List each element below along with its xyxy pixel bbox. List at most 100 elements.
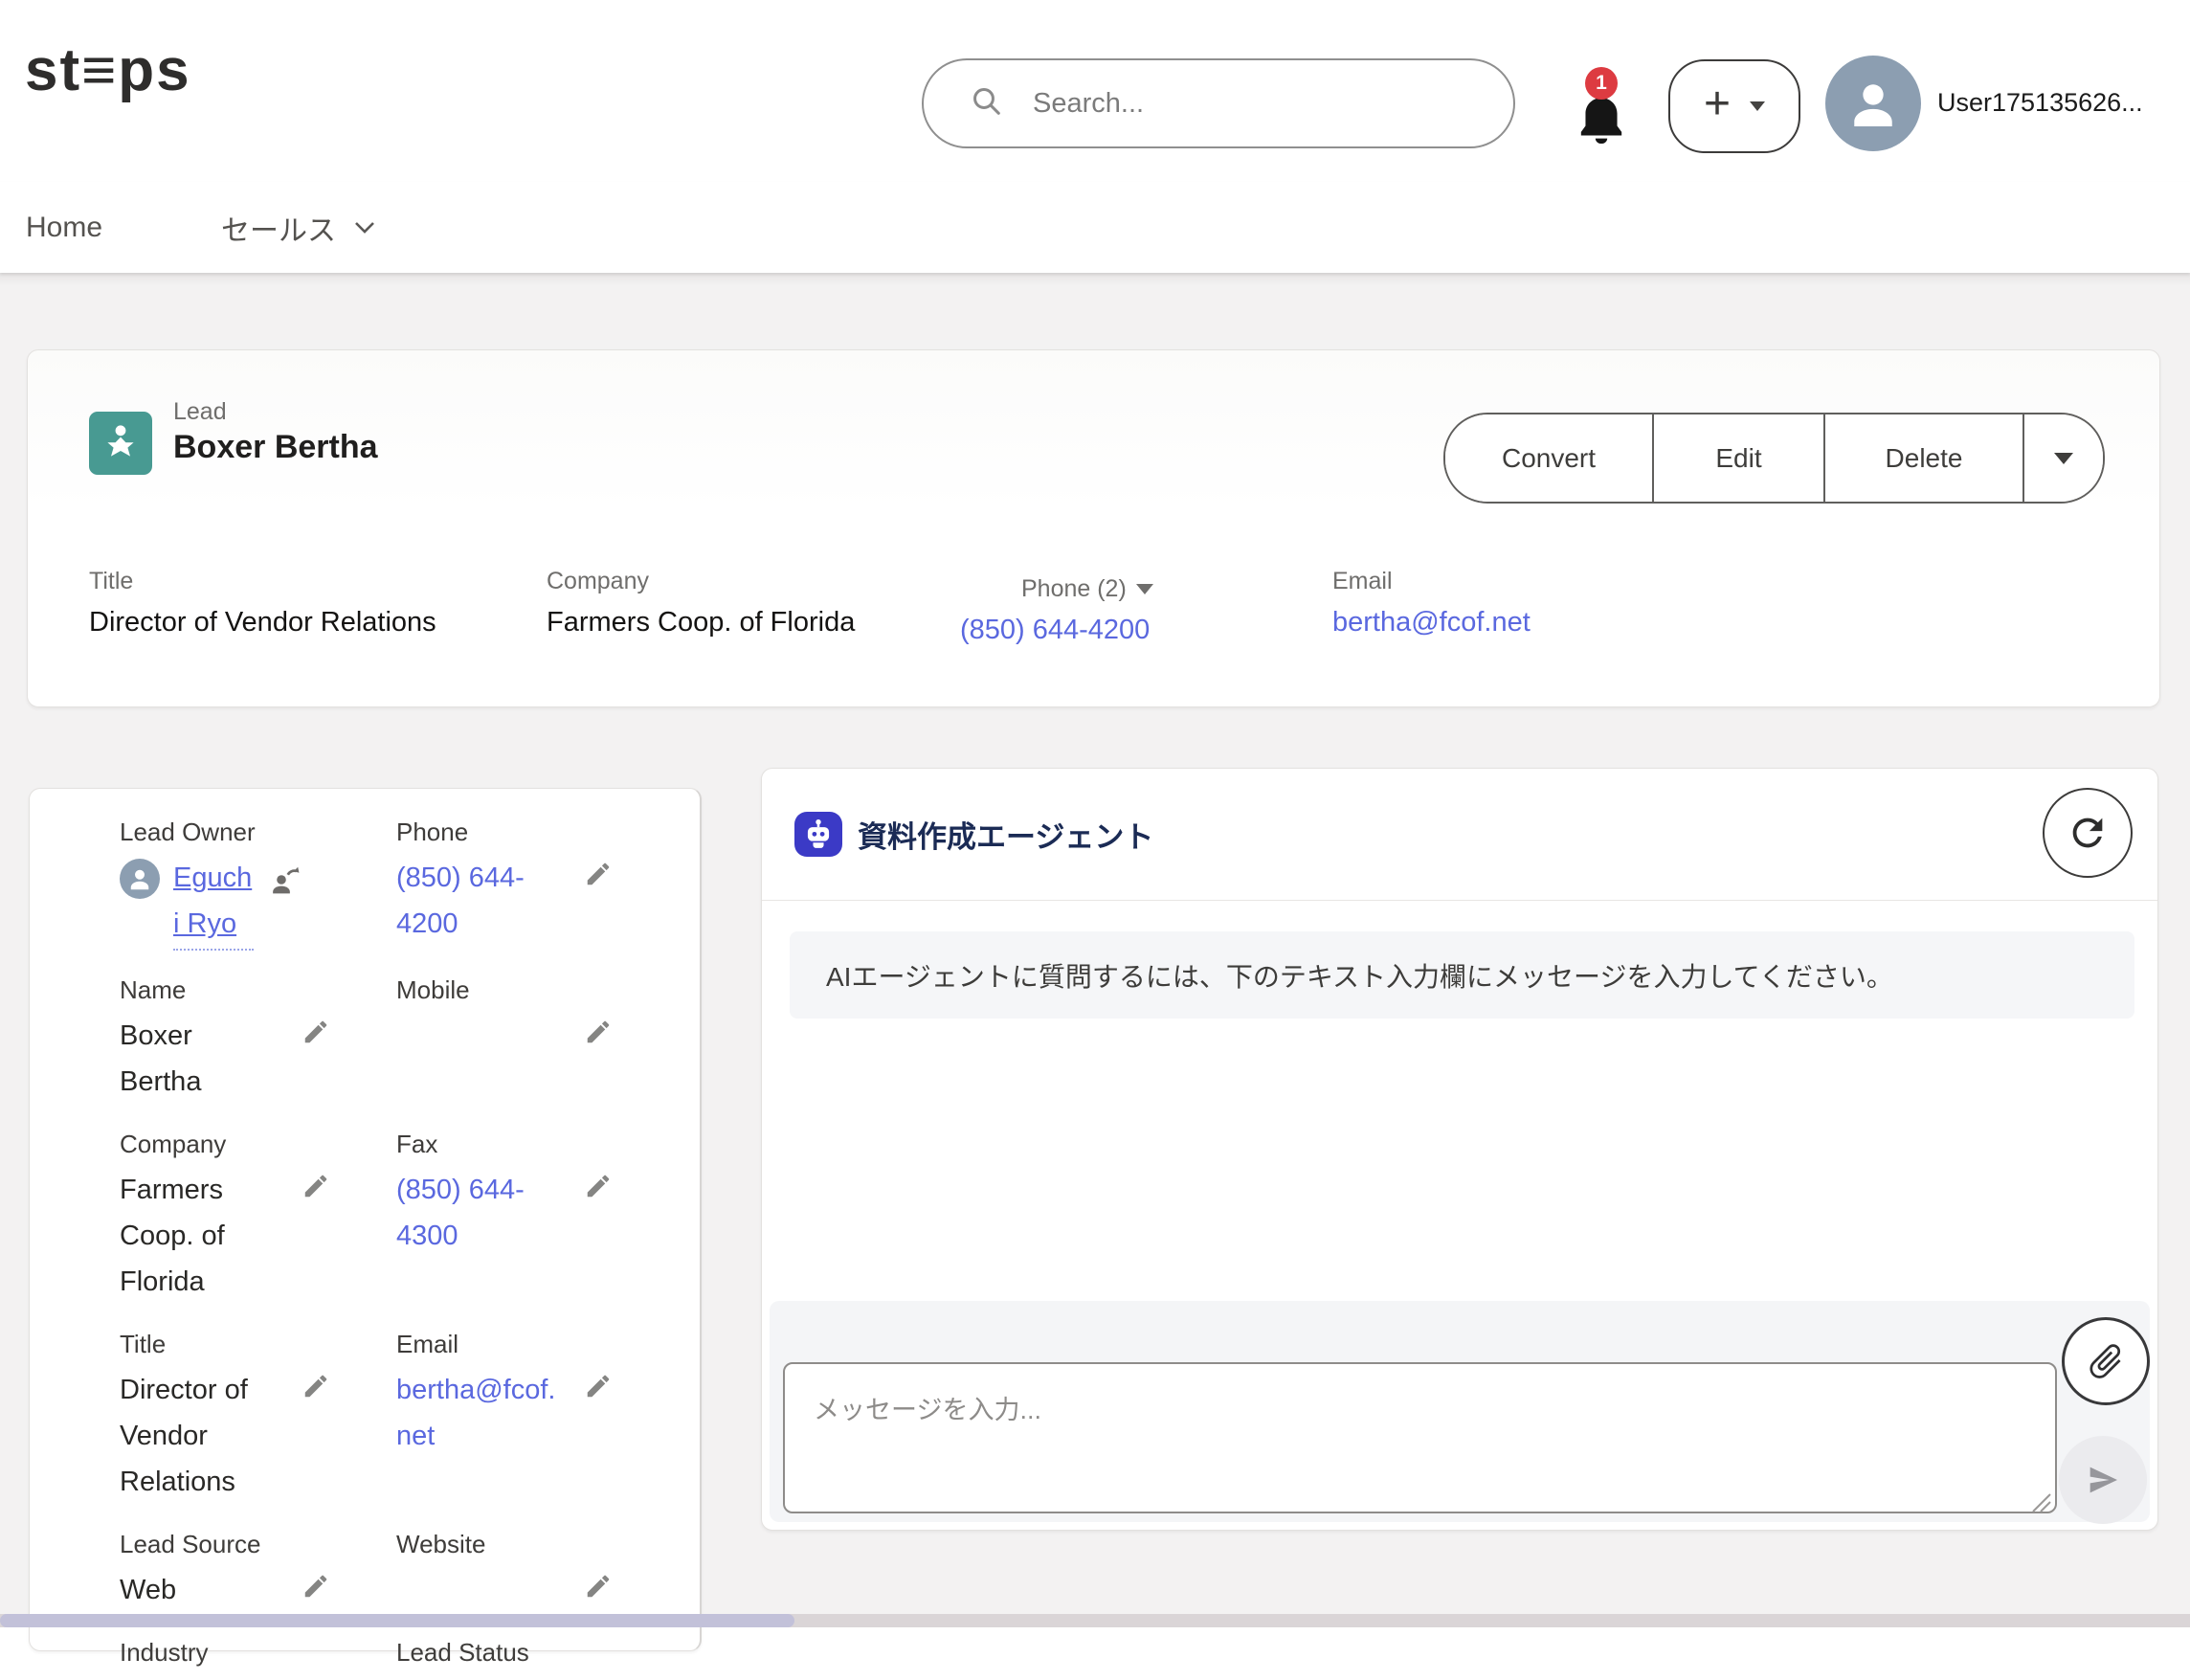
send-button[interactable] xyxy=(2059,1436,2147,1524)
owner-link[interactable]: Eguchi Ryo xyxy=(173,855,254,951)
nav-tab-home[interactable]: Home xyxy=(26,212,102,244)
convert-button[interactable]: Convert xyxy=(1445,414,1654,502)
field-label: Lead Status xyxy=(396,1638,584,1668)
plus-icon: + xyxy=(1704,81,1731,127)
notification-badge: 1 xyxy=(1585,67,1618,100)
edit-phone[interactable] xyxy=(584,818,690,951)
highlight-field-email: Email bertha@fcof.net xyxy=(1332,568,1531,638)
edit-mobile[interactable] xyxy=(584,975,690,1105)
edit-lead-source[interactable] xyxy=(302,1530,396,1613)
agent-panel-title: 資料作成エージェント xyxy=(858,813,1153,856)
edit-name[interactable] xyxy=(302,975,396,1105)
field-label: Name xyxy=(120,975,302,1005)
search-icon xyxy=(970,84,1004,123)
field-label: Fax xyxy=(396,1130,584,1159)
pencil-icon xyxy=(584,1018,613,1046)
email-link[interactable]: bertha@fcof.net xyxy=(396,1375,555,1451)
email-link[interactable]: bertha@fcof.net xyxy=(1332,607,1531,638)
more-actions-button[interactable] xyxy=(2024,414,2103,502)
edit-website[interactable] xyxy=(584,1530,690,1613)
agent-intro-message: AIエージェントに質問するには、下のテキスト入力欄にメッセージを入力してください… xyxy=(790,931,2134,1019)
field-label: Industry xyxy=(120,1638,302,1668)
change-owner-icon[interactable] xyxy=(267,862,302,902)
field-label: Website xyxy=(396,1530,584,1559)
nav-tab-sales-label: セールス xyxy=(221,207,336,249)
pencil-icon xyxy=(584,860,613,888)
edit-lead-status[interactable] xyxy=(584,1638,690,1680)
record-action-group: Convert Edit Delete xyxy=(1443,413,2105,504)
horizontal-scrollbar-thumb[interactable] xyxy=(0,1614,794,1627)
edit-email[interactable] xyxy=(584,1330,690,1505)
dropdown-arrow-icon xyxy=(2054,453,2073,464)
field-label: Company xyxy=(547,568,855,595)
pencil-icon xyxy=(302,1172,330,1200)
field-label: Lead Source xyxy=(120,1530,302,1559)
global-search[interactable] xyxy=(922,58,1515,148)
user-avatar[interactable] xyxy=(1825,56,1921,151)
detail-field-industry: Industry xyxy=(120,1638,302,1680)
phone-link[interactable]: (850) 644-4200 xyxy=(396,862,525,939)
attach-file-button[interactable] xyxy=(2062,1317,2150,1405)
owner-avatar xyxy=(120,859,160,899)
detail-field-lead-status: Lead Status xyxy=(396,1638,584,1680)
highlight-field-company: Company Farmers Coop. of Florida xyxy=(547,568,855,638)
chevron-down-icon xyxy=(1750,101,1765,111)
highlight-field-title: Title Director of Vendor Relations xyxy=(89,568,436,638)
page-title: Boxer Bertha xyxy=(173,429,378,466)
message-input[interactable] xyxy=(783,1362,2057,1513)
pencil-icon xyxy=(584,1372,613,1400)
detail-field-phone: Phone (850) 644-4200 xyxy=(396,818,584,951)
edit-industry[interactable] xyxy=(302,1638,396,1680)
highlight-field-phone: Phone (2) (850) 644-4200 xyxy=(960,575,1153,646)
app-logo: st≡ps xyxy=(25,36,191,104)
nav-tab-sales[interactable]: セールス xyxy=(221,207,376,249)
detail-field-name: Name Boxer Bertha xyxy=(120,975,302,1105)
lead-entity-icon xyxy=(89,412,152,475)
details-grid: Lead Owner Eguchi Ryo Phone (850) 644-42… xyxy=(30,789,700,1680)
dropdown-arrow-icon xyxy=(1136,584,1153,594)
refresh-icon xyxy=(2066,811,2110,855)
pencil-icon xyxy=(302,1018,330,1046)
app-navigation: Home セールス xyxy=(0,182,2190,273)
detail-field-website: Website xyxy=(396,1530,584,1613)
field-label: Mobile xyxy=(396,975,584,1005)
field-label[interactable]: Phone (2) xyxy=(1021,575,1153,603)
robot-icon xyxy=(794,812,842,857)
field-value: Web xyxy=(120,1567,278,1613)
refresh-button[interactable] xyxy=(2043,788,2133,878)
delete-button[interactable]: Delete xyxy=(1825,414,2024,502)
horizontal-scrollbar[interactable] xyxy=(0,1614,2190,1627)
pencil-icon xyxy=(584,1172,613,1200)
field-label: Email xyxy=(1332,568,1531,595)
field-label: Company xyxy=(120,1130,302,1159)
phone-link[interactable]: (850) 644-4200 xyxy=(960,615,1150,645)
fax-link[interactable]: (850) 644-4300 xyxy=(396,1175,525,1251)
edit-button[interactable]: Edit xyxy=(1654,414,1825,502)
search-input[interactable] xyxy=(1031,87,1456,121)
field-value: Boxer Bertha xyxy=(120,1013,278,1105)
detail-field-mobile: Mobile xyxy=(396,975,584,1105)
field-value: Director of Vendor Relations xyxy=(120,1367,265,1505)
user-menu-label[interactable]: User175135626... xyxy=(1937,88,2143,118)
send-icon xyxy=(2084,1461,2122,1499)
detail-field-fax: Fax (850) 644-4300 xyxy=(396,1130,584,1305)
detail-field-title: Title Director of Vendor Relations xyxy=(120,1330,302,1505)
agent-panel: 資料作成エージェント AIエージェントに質問するには、下のテキスト入力欄にメッセ… xyxy=(761,768,2158,1531)
pencil-icon xyxy=(584,1572,613,1601)
field-value: Director of Vendor Relations xyxy=(89,607,436,638)
detail-field-email: Email bertha@fcof.net xyxy=(396,1330,584,1505)
edit-company[interactable] xyxy=(302,1130,396,1305)
pencil-icon xyxy=(302,1572,330,1601)
field-value: Farmers Coop. of Florida xyxy=(120,1167,265,1305)
new-record-button[interactable]: + xyxy=(1668,59,1800,153)
entity-label: Lead xyxy=(173,398,227,426)
edit-title[interactable] xyxy=(302,1330,396,1505)
lead-details-panel: Lead Owner Eguchi Ryo Phone (850) 644-42… xyxy=(29,788,702,1651)
edit-fax[interactable] xyxy=(584,1130,690,1305)
lead-highlights-card: Lead Boxer Bertha Convert Edit Delete Ti… xyxy=(27,349,2160,707)
detail-field-company: Company Farmers Coop. of Florida xyxy=(120,1130,302,1305)
edit-lead-owner xyxy=(302,818,396,951)
notifications-button[interactable]: 1 xyxy=(1572,67,1639,153)
field-label: Phone xyxy=(396,818,584,847)
chevron-down-icon xyxy=(353,220,376,235)
